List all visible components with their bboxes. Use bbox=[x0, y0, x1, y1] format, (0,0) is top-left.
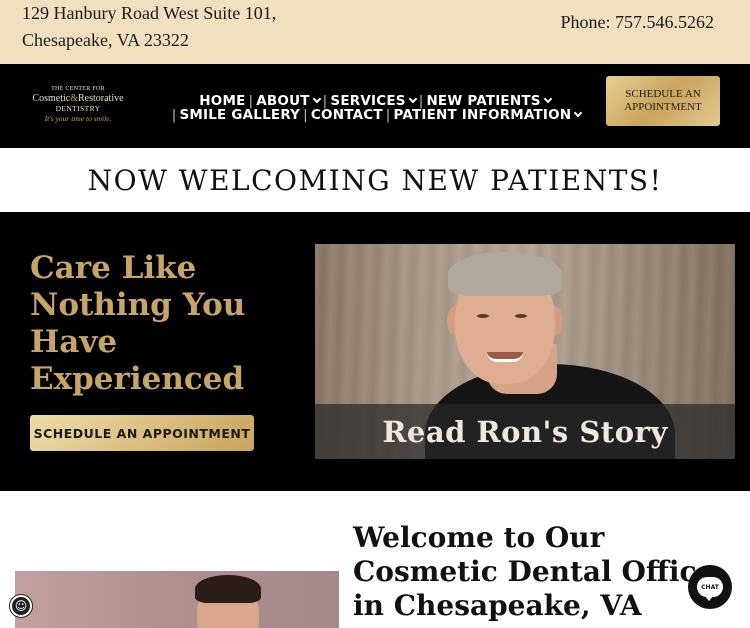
schedule-appointment-button[interactable]: SCHEDULE AN APPOINTMENT bbox=[606, 76, 720, 126]
nav-row-2: | SMILE GALLERY | CONTACT | PATIENT INFORMATI… bbox=[160, 108, 590, 122]
photo-person-eye bbox=[515, 314, 527, 318]
testimonial-photo[interactable]: Read Ron's Story bbox=[315, 244, 735, 459]
nav-item-patient-information[interactable]: PATIENT INFORMATION bbox=[393, 107, 583, 123]
top-info-bar: 129 Hanbury Road West Suite 101, Chesape… bbox=[0, 0, 750, 64]
chevron-down-icon bbox=[312, 94, 321, 104]
hero-title: Care Like Nothing You Have Experienced bbox=[30, 250, 246, 397]
chat-bubble-icon: CHAT bbox=[697, 577, 723, 601]
main-navbar: THE CENTER FOR Cosmetic&Restorative DENT… bbox=[0, 64, 750, 148]
welcome-heading: Welcome to Our Cosmetic Dental Office in… bbox=[353, 521, 715, 622]
logo-line-3: DENTISTRY bbox=[55, 104, 101, 113]
address-line-2: Chesapeake, VA 23322 bbox=[22, 30, 189, 50]
site-logo[interactable]: THE CENTER FOR Cosmetic&Restorative DENT… bbox=[24, 86, 132, 130]
chat-label: CHAT bbox=[701, 583, 719, 591]
testimonial-caption[interactable]: Read Ron's Story bbox=[382, 415, 667, 449]
hero-section: Care Like Nothing You Have Experienced S… bbox=[0, 212, 750, 491]
photo-person-smile bbox=[487, 352, 523, 362]
photo-person-eye bbox=[477, 314, 489, 318]
chevron-down-icon bbox=[408, 94, 417, 104]
chevron-down-icon bbox=[574, 108, 583, 118]
address: 129 Hanbury Road West Suite 101, Chesape… bbox=[22, 0, 276, 54]
welcome-section: Welcome to Our Cosmetic Dental Office in… bbox=[0, 491, 750, 628]
primary-nav: HOME | ABOUT | SERVICES | NEW PATIENTS | SMILE … bbox=[160, 94, 590, 122]
logo-line-2: Cosmetic&Restorative bbox=[32, 93, 124, 104]
nav-row-1: HOME | ABOUT | SERVICES | NEW PATIENTS bbox=[160, 94, 590, 108]
nav-divider: | bbox=[385, 107, 391, 123]
logo-line-1: THE CENTER FOR bbox=[51, 86, 105, 92]
nav-item-contact[interactable]: CONTACT bbox=[311, 107, 383, 123]
chevron-down-icon bbox=[543, 94, 552, 104]
doctor-photo bbox=[15, 571, 339, 628]
nav-divider: | bbox=[171, 107, 177, 123]
accessibility-icon[interactable]: ☺ bbox=[10, 595, 32, 617]
nav-item-smile-gallery[interactable]: SMILE GALLERY bbox=[179, 107, 300, 123]
hero-schedule-button[interactable]: SCHEDULE AN APPOINTMENT bbox=[30, 415, 254, 451]
logo-tagline: It's your time to smile. bbox=[44, 114, 112, 123]
phone-number[interactable]: Phone: 757.546.5262 bbox=[560, 12, 714, 33]
new-patients-banner: NOW WELCOMING NEW PATIENTS! bbox=[0, 148, 750, 212]
nav-divider: | bbox=[303, 107, 308, 123]
address-line-1: 129 Hanbury Road West Suite 101, bbox=[22, 3, 277, 23]
testimonial-caption-band[interactable]: Read Ron's Story bbox=[315, 404, 735, 459]
banner-text: NOW WELCOMING NEW PATIENTS! bbox=[87, 163, 663, 197]
photo-person-hair bbox=[448, 252, 562, 296]
photo-doctor-hair bbox=[195, 575, 261, 603]
chat-widget-button[interactable]: CHAT bbox=[688, 565, 732, 609]
